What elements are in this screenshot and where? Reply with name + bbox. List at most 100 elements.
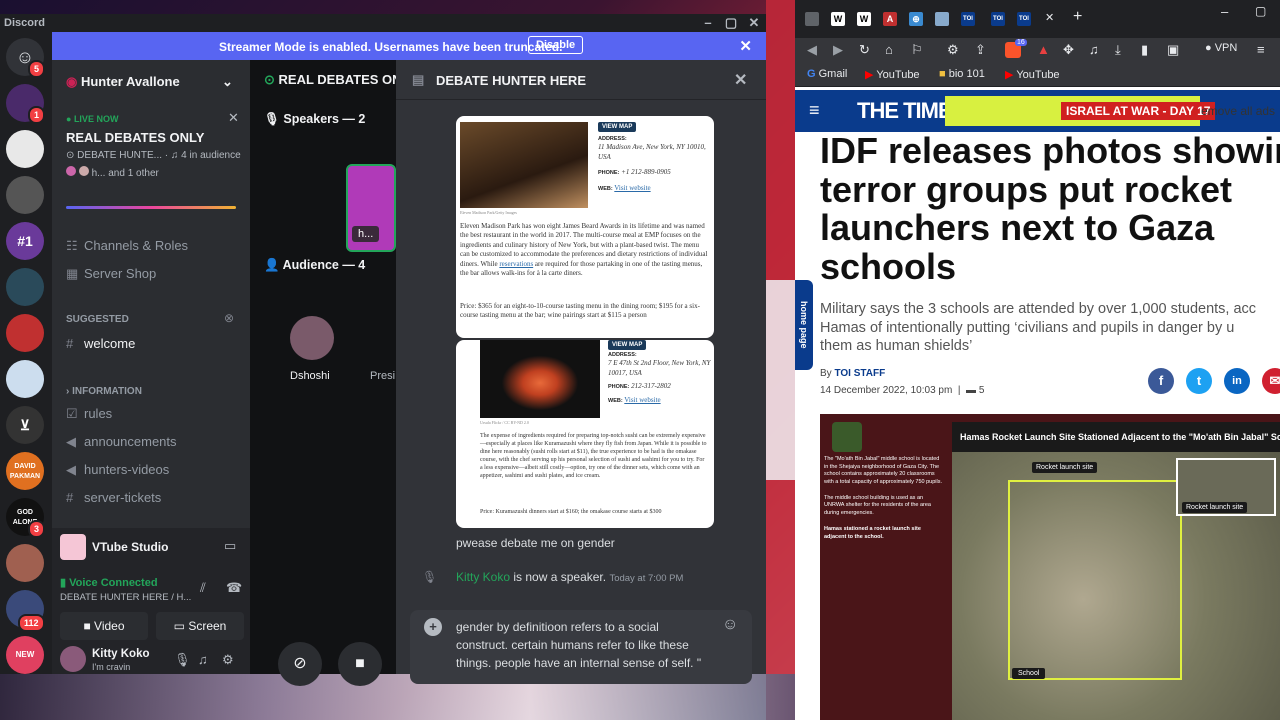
chat-bubble-icon: ▤	[412, 72, 425, 87]
wallet-icon[interactable]: ▣	[1167, 42, 1179, 58]
bookmark-youtube[interactable]: ▶ YouTube	[865, 68, 920, 81]
channel-rules[interactable]: ☑ rules	[66, 406, 112, 422]
microphone-icon[interactable]: 🎙︎	[174, 652, 191, 668]
server-icon[interactable]	[6, 176, 44, 214]
author-link[interactable]: TOI STAFF	[834, 368, 885, 379]
extensions-icon[interactable]: ✥	[1063, 42, 1074, 58]
toi-tab-icon[interactable]: TOI	[991, 12, 1005, 26]
remove-ads-link[interactable]: emove all ads	[1201, 104, 1275, 118]
tab-icon[interactable]	[935, 12, 949, 26]
image-attachment[interactable]: VIEW MAP ADDRESS: 11 Madison Ave, New Yo…	[456, 116, 714, 338]
message-composer[interactable]: + gender by definitioon refers to a soci…	[410, 610, 752, 684]
channels-roles-item[interactable]: ☷ Channels & Roles	[66, 238, 188, 254]
comment-count[interactable]: 5	[979, 385, 985, 396]
back-icon[interactable]: ◀	[807, 42, 817, 58]
site-header: ≡ THE TIMES OF ISRAEL ISRAEL AT WAR - DA…	[795, 90, 1280, 132]
reload-icon[interactable]: ↻	[859, 42, 870, 58]
server-icon[interactable]	[6, 314, 44, 352]
close-icon[interactable]: ✕	[744, 15, 764, 31]
message-input[interactable]: gender by definitioon refers to a social…	[456, 618, 712, 672]
disconnect-icon[interactable]: ☎	[226, 580, 242, 596]
site-settings-icon[interactable]: ⚙	[947, 42, 959, 58]
server-shop-item[interactable]: ▦ Server Shop	[66, 266, 156, 282]
channel-server-tickets[interactable]: # server-tickets	[66, 490, 161, 505]
gear-icon[interactable]: ⚙	[222, 652, 234, 668]
speaker-tile[interactable]: h...	[346, 164, 396, 252]
bookmark-icon[interactable]: ⚐	[911, 42, 923, 58]
live-stage-title[interactable]: REAL DEBATES ONLY	[66, 130, 204, 145]
forward-icon[interactable]: ▶	[833, 42, 843, 58]
linkedin-share-icon[interactable]: in	[1224, 368, 1250, 394]
maximize-icon[interactable]: ▢	[1255, 4, 1266, 18]
server-icon[interactable]: #1	[6, 222, 44, 260]
category-suggested[interactable]: SUGGESTED	[66, 314, 129, 325]
media-icon[interactable]: ♫	[1089, 42, 1099, 57]
avatar[interactable]	[290, 316, 334, 360]
bookmark-youtube[interactable]: ▶ YouTube	[1005, 68, 1060, 81]
vpn-button[interactable]: ● VPN	[1205, 42, 1237, 54]
download-icon[interactable]: ⤓	[1115, 42, 1121, 58]
minimize-icon[interactable]: –	[1221, 4, 1228, 19]
twitter-share-icon[interactable]: t	[1186, 368, 1212, 394]
close-icon[interactable]: ✕	[739, 37, 752, 55]
new-tab-icon[interactable]: +	[1073, 8, 1082, 26]
voice-channel-name[interactable]: DEBATE HUNTER HERE / H...	[60, 592, 191, 603]
headphones-icon[interactable]: ♫	[198, 652, 208, 667]
dismiss-icon[interactable]: ⊗	[224, 311, 234, 325]
tab-icon[interactable]	[805, 12, 819, 26]
tab-icon[interactable]: ⊕	[909, 12, 923, 26]
category-information[interactable]: › INFORMATION	[66, 386, 142, 397]
discord-window: Discord – ▢ ✕ ☺ 5 1 #1 ⊻ DAVID PAKMAN GO…	[0, 14, 766, 686]
mute-button[interactable]: ⊘	[278, 642, 322, 686]
wikipedia-icon[interactable]: W	[831, 12, 845, 26]
menu-icon[interactable]: ≡	[1257, 42, 1265, 57]
channel-announcements[interactable]: ◀ announcements	[66, 434, 177, 450]
emoji-icon[interactable]: ☺	[722, 616, 738, 634]
speaker-name: h...	[352, 226, 380, 242]
email-share-icon[interactable]: ✉	[1262, 368, 1280, 394]
screen-share-icon[interactable]: ▭	[224, 538, 236, 554]
hamburger-menu-icon[interactable]: ≡	[809, 100, 820, 121]
close-icon[interactable]: ✕	[734, 70, 747, 90]
facebook-share-icon[interactable]: f	[1148, 368, 1174, 394]
comment-icon[interactable]: ▬	[966, 385, 976, 396]
live-now-label: LIVE NOW	[73, 114, 119, 124]
camera-button[interactable]: ■	[338, 642, 382, 686]
home-icon[interactable]: ⌂	[885, 42, 893, 57]
screen-button[interactable]: ▭ Screen	[156, 612, 244, 640]
minimize-icon[interactable]: –	[698, 15, 718, 30]
home-page-side-tab[interactable]: home page	[795, 280, 813, 370]
close-icon[interactable]: ✕	[228, 110, 239, 126]
close-tab-icon[interactable]: ✕	[1045, 11, 1054, 24]
server-icon-new[interactable]: NEW	[6, 636, 44, 674]
sidebar-icon[interactable]: ▮	[1141, 42, 1148, 58]
share-icon[interactable]: ⇪	[975, 42, 986, 58]
toi-tab-icon-active[interactable]: TOI	[1017, 12, 1031, 26]
wikipedia-icon[interactable]: W	[857, 12, 871, 26]
bookmark-gmail[interactable]: G Gmail	[807, 68, 847, 80]
video-button[interactable]: ■ Video	[60, 612, 148, 640]
channel-welcome[interactable]: # welcome	[66, 336, 135, 351]
rewards-icon[interactable]: ▲	[1037, 42, 1050, 57]
server-icon[interactable]	[6, 360, 44, 398]
disable-button[interactable]: Disable	[528, 36, 584, 54]
toi-tab-icon[interactable]: TOI	[961, 12, 975, 26]
maximize-icon[interactable]: ▢	[721, 15, 741, 31]
live-people: h... and 1 other	[66, 166, 159, 179]
server-name-header[interactable]: ◉ Hunter Avallone ⌄	[66, 74, 233, 90]
noise-suppression-icon[interactable]: ⫽	[200, 580, 206, 596]
server-icon-david-pakman[interactable]: DAVID PAKMAN	[6, 452, 44, 490]
voice-connected-status[interactable]: ▮ Voice Connected	[60, 576, 158, 589]
channel-hunters-videos[interactable]: ◀ hunters-videos	[66, 462, 169, 478]
server-icon[interactable]	[6, 544, 44, 582]
tab-icon[interactable]: A	[883, 12, 897, 26]
war-banner[interactable]: ISRAEL AT WAR - DAY 17	[1061, 102, 1216, 120]
server-icon[interactable]	[6, 268, 44, 306]
server-icon[interactable]: ⊻	[6, 406, 44, 444]
system-message-user[interactable]: Kitty Koko	[456, 570, 510, 584]
image-attachment[interactable]: VIEW MAP ADDRESS: 7 E 47th St 2nd Floor,…	[456, 340, 714, 528]
add-attachment-icon[interactable]: +	[424, 618, 442, 636]
avatar[interactable]	[60, 646, 86, 672]
server-icon[interactable]	[6, 130, 44, 168]
bookmark-folder-bio101[interactable]: ■ bio 101	[939, 68, 985, 80]
